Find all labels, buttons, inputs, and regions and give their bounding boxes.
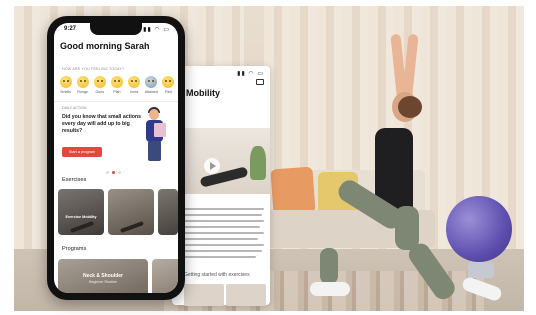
grin-face-icon — [162, 76, 175, 88]
mood-option[interactable]: Guns — [91, 76, 108, 94]
daily-card-text: Did you know that small actions every da… — [62, 114, 141, 134]
yoga-block — [468, 262, 494, 278]
exercise-card-label: Exercise Mobility — [65, 215, 97, 219]
daily-card-tag: DAILY ACTION — [62, 106, 87, 110]
start-program-button[interactable]: Start a program — [62, 147, 102, 157]
mood-label: Ronge — [77, 90, 88, 94]
greeting-title: Good morning Sarah — [60, 41, 150, 51]
detail-thumbnail[interactable] — [226, 284, 266, 306]
mood-option[interactable]: Ronge — [74, 76, 91, 94]
mood-label: Red — [165, 90, 172, 94]
exercise-carousel: Exercise Mobility — [58, 189, 178, 235]
exercise-card[interactable]: Exercise Mobility — [58, 189, 104, 235]
detail-subheading: Getting started with exercises — [184, 272, 250, 278]
illustration-book — [154, 123, 166, 137]
programs-heading: Programs — [62, 246, 87, 252]
mood-option[interactable]: Inma — [126, 76, 143, 94]
program-card[interactable]: Neck & Shoulder Beginner Routine — [58, 259, 148, 293]
carousel-dot[interactable] — [106, 171, 109, 174]
mood-label: Smells — [60, 90, 71, 94]
angry-face-icon — [76, 76, 89, 88]
program-card-subtitle: Beginner Routine — [89, 280, 117, 284]
mood-label: Guns — [95, 90, 105, 94]
divider — [54, 101, 178, 102]
person-back-shin — [320, 248, 338, 284]
phone-frame: 9:27 ▮▮ ◠ ▭ Good morning Sarah HOW ARE Y… — [47, 16, 185, 300]
play-icon[interactable] — [204, 158, 220, 174]
carousel-dot[interactable] — [118, 171, 121, 174]
mood-label: Plan — [113, 90, 121, 94]
mood-option[interactable]: Red — [160, 76, 177, 94]
carousel-dots — [106, 171, 121, 174]
description-line — [184, 208, 264, 210]
mood-label: Inma — [130, 90, 139, 94]
mood-question: HOW ARE YOU FEELING TODAY? — [62, 67, 125, 71]
exercise-figure — [70, 221, 94, 233]
description-line — [184, 238, 258, 240]
pillow-orange — [270, 166, 316, 216]
carousel-dot-active[interactable] — [112, 171, 115, 174]
mood-option[interactable]: Plan — [108, 76, 125, 94]
description-line — [184, 214, 262, 216]
mood-picker: Smells Ronge Guns Plan Inma Attained Red — [57, 76, 177, 94]
exercise-ball — [446, 196, 512, 262]
description-line — [184, 250, 262, 252]
person-with-book-illustration — [138, 107, 174, 167]
exercise-card[interactable] — [108, 189, 154, 235]
description-line — [184, 256, 256, 258]
status-icons: ▮▮ ◠ ▭ — [237, 71, 264, 77]
description-line — [184, 232, 264, 234]
description-line — [184, 244, 264, 246]
description-line — [184, 220, 264, 222]
detail-screen: ▮▮ ◠ ▭ al Mobility — [172, 66, 270, 305]
plant-image — [250, 146, 266, 180]
happy-face-icon — [128, 76, 141, 88]
status-time: 9:27 — [64, 26, 77, 32]
phone-notch — [90, 23, 142, 35]
mood-option[interactable]: Smells — [57, 76, 74, 94]
mood-option[interactable]: Attained — [143, 76, 160, 94]
illustration-head — [149, 109, 159, 120]
neutral-face-icon — [93, 76, 106, 88]
person-hair — [398, 96, 422, 118]
illustration-legs — [148, 141, 161, 161]
smile-face-icon — [110, 76, 123, 88]
mood-label: Attained — [144, 90, 158, 94]
description-line — [184, 226, 260, 228]
robot-face-icon — [145, 76, 158, 88]
status-icons: ▮▮ ◠ ▭ — [143, 27, 170, 33]
exercises-heading: Exercises — [62, 177, 87, 183]
home-screen: 9:27 ▮▮ ◠ ▭ Good morning Sarah HOW ARE Y… — [54, 23, 178, 293]
detail-thumbnail[interactable] — [184, 284, 224, 306]
promo-stage: ▮▮ ◠ ▭ al Mobility Getting started with … — [0, 0, 536, 315]
program-card-title: Neck & Shoulder — [82, 273, 123, 279]
sad-face-icon — [59, 76, 72, 88]
cast-icon[interactable] — [256, 79, 264, 85]
exercise-card[interactable] — [158, 189, 178, 235]
exercise-figure — [120, 221, 144, 233]
program-card[interactable] — [152, 259, 178, 293]
person-shoe-back — [310, 282, 350, 296]
